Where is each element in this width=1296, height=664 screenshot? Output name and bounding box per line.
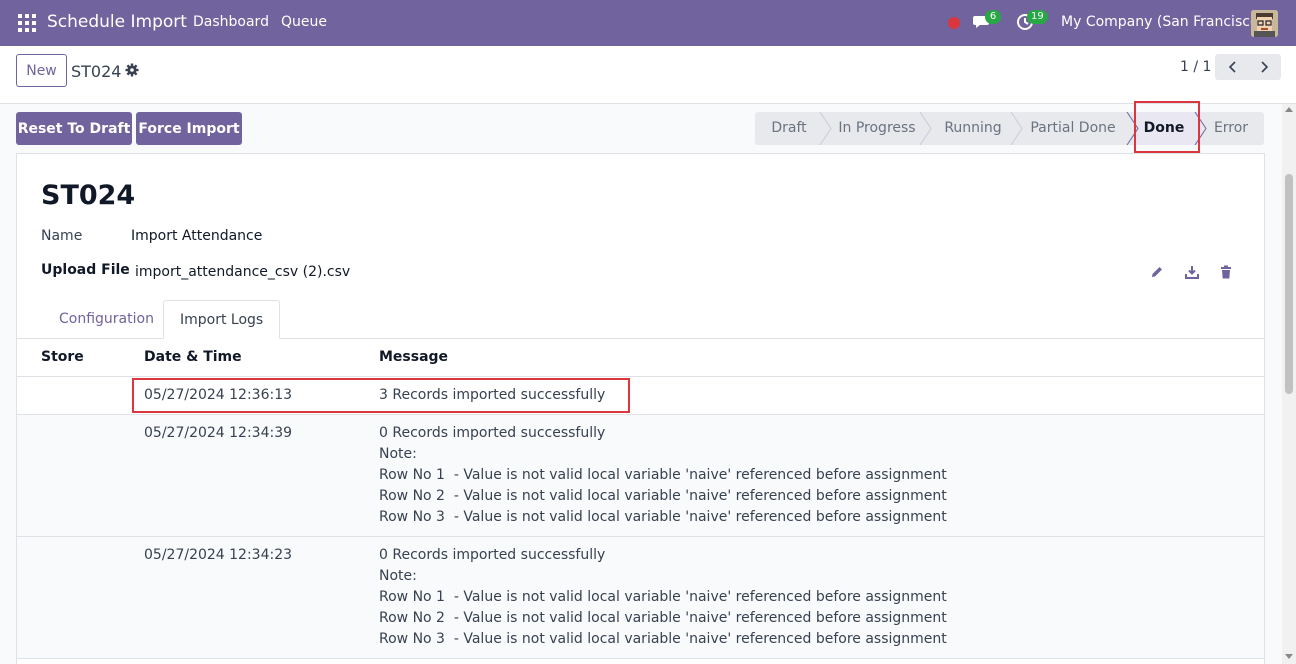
force-import-button[interactable]: Force Import [136, 112, 242, 145]
stage-partial-done[interactable]: Partial Done [1023, 112, 1123, 145]
form-sheet: ST024 Name Import Attendance Upload File… [16, 153, 1265, 664]
new-button[interactable]: New [16, 54, 67, 87]
apps-menu-icon[interactable] [18, 14, 36, 32]
upload-file-label: Upload File [41, 262, 130, 278]
breadcrumb-record: ST024 [71, 62, 122, 81]
stage-in-progress[interactable]: In Progress [829, 112, 925, 145]
row-divider [17, 658, 1264, 659]
user-avatar[interactable] [1251, 10, 1278, 37]
stage-error[interactable]: Error [1205, 112, 1257, 145]
stage-running[interactable]: Running [933, 112, 1013, 145]
chat-count-badge: 6 [985, 10, 1001, 24]
chevron-right-icon [1260, 61, 1268, 73]
stage-done[interactable]: Done [1135, 112, 1193, 145]
top-navbar: Schedule Import Dashboard Queue 6 19 My … [0, 0, 1296, 46]
table-row[interactable]: 05/27/2024 12:34:23 0 Records imported s… [17, 537, 1264, 659]
log-datetime: 05/27/2024 12:34:23 [144, 547, 293, 563]
tab-import-logs[interactable]: Import Logs [163, 300, 281, 339]
nav-queue[interactable]: Queue [281, 14, 327, 30]
app-title[interactable]: Schedule Import [47, 12, 187, 32]
tab-configuration[interactable]: Configuration [43, 300, 170, 339]
pager-previous-button[interactable] [1215, 54, 1248, 80]
trash-icon[interactable] [1219, 265, 1233, 279]
gear-icon[interactable] [125, 63, 139, 77]
scroll-up-arrow-icon[interactable] [1285, 107, 1293, 112]
upload-file-name[interactable]: import_attendance_csv (2).csv [135, 264, 350, 280]
pager-next-button[interactable] [1248, 54, 1281, 80]
chevron-left-icon [1228, 61, 1236, 73]
log-message: 0 Records imported successfully Note: Ro… [379, 547, 947, 647]
log-datetime: 05/27/2024 12:34:39 [144, 425, 293, 441]
stage-separator [1010, 112, 1023, 145]
record-title: ST024 [41, 180, 136, 211]
column-header-datetime[interactable]: Date & Time [144, 349, 242, 365]
record-indicator-icon[interactable] [948, 17, 960, 29]
control-panel: New ST024 1 / 1 [0, 46, 1296, 104]
column-header-message[interactable]: Message [379, 349, 448, 365]
table-row[interactable]: 05/27/2024 12:34:39 0 Records imported s… [17, 415, 1264, 537]
log-message: 0 Records imported successfully Note: Ro… [379, 425, 947, 525]
reset-to-draft-button[interactable]: Reset To Draft [16, 112, 132, 145]
name-field[interactable]: Import Attendance [131, 228, 262, 244]
name-label: Name [41, 228, 83, 244]
pencil-icon[interactable] [1150, 265, 1164, 279]
activity-count-badge: 19 [1027, 10, 1048, 24]
log-message: 3 Records imported successfully [379, 387, 606, 403]
stage-separator [919, 112, 932, 145]
stage-draft[interactable]: Draft [755, 112, 823, 145]
status-stage-bar: Draft In Progress Running Partial Done D… [755, 112, 1264, 145]
scroll-down-arrow-icon[interactable] [1285, 654, 1293, 659]
pager-value[interactable]: 1 / 1 [1180, 59, 1211, 75]
nav-dashboard[interactable]: Dashboard [193, 14, 269, 30]
company-switcher[interactable]: My Company (San Francisco) [1061, 14, 1264, 30]
table-row[interactable]: 05/27/2024 12:36:13 3 Records imported s… [17, 377, 1264, 415]
scroll-thumb[interactable] [1285, 174, 1293, 394]
download-icon[interactable] [1185, 265, 1199, 279]
log-datetime: 05/27/2024 12:36:13 [144, 387, 293, 403]
page-scrollbar[interactable] [1282, 104, 1296, 664]
column-header-store[interactable]: Store [41, 349, 84, 365]
